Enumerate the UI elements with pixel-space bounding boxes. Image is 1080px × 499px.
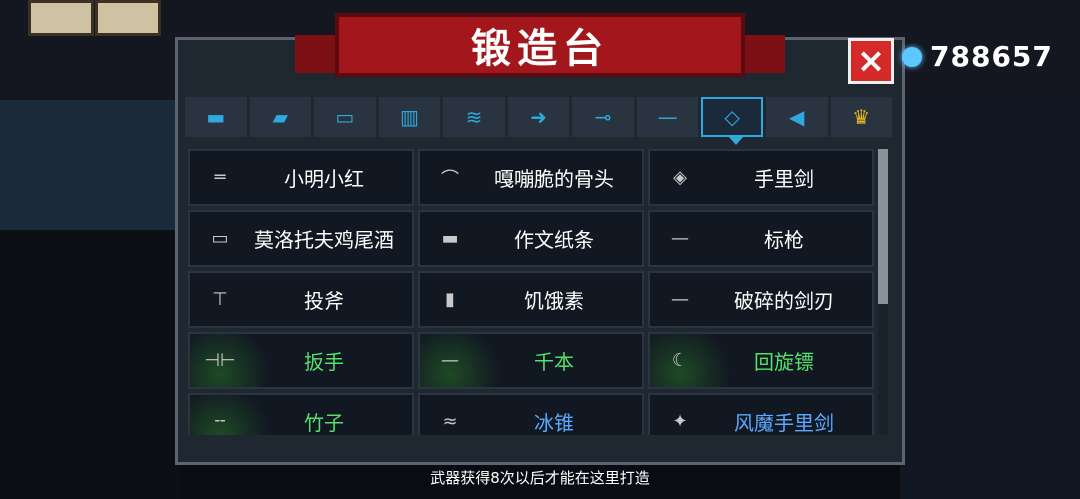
weapon-item[interactable]: ═ 小明小红 [188,149,414,206]
gem-icon [902,46,922,67]
weapon-item[interactable]: ✦ 风魔手里剑 [648,393,874,435]
laser-icon: ≋ [465,105,483,129]
weapon-item-label: 嘎嘣脆的骨头 [494,167,614,191]
blade-icon: — [671,289,689,310]
tab-laser[interactable]: ≋ [443,97,505,137]
tab-launcher[interactable]: ▥ [378,97,441,137]
weapon-item[interactable]: ◈ 手里剑 [648,149,874,206]
weapon-item-label: 饥饿素 [524,289,584,313]
needle-icon: — [441,350,459,371]
weapon-item-label: 莫洛托夫鸡尾酒 [254,228,394,252]
page-title: 锻造台 [471,26,609,72]
weapon-item-label: 冰锥 [534,411,574,435]
weapon-item[interactable]: ╌ 竹子 [188,393,414,435]
axe-icon: ⊤ [212,289,228,310]
close-icon: × [856,41,886,81]
weapon-item-label: 回旋镖 [754,350,814,374]
weapon-item-label: 小明小红 [284,167,364,191]
launcher-icon: ▥ [399,105,419,129]
weapon-grid: ═ 小明小红 ⌒ 嘎嘣脆的骨头 ◈ 手里剑 ▭ 莫洛托夫鸡尾酒 ▬ 作文纸条 — 标枪 ⊤ 投斧 ▮ 饥饿素 —… [188,149,874,435]
bow-icon: ➜ [530,105,547,129]
weapon-item[interactable]: — 千本 [418,332,644,389]
weapon-item-label: 作文纸条 [514,228,594,252]
tab-shuriken[interactable]: ◇ [701,97,763,137]
currency-value: 788657 [930,40,1053,73]
weapon-item-label: 风魔手里剑 [734,411,834,435]
crown-icon: ♛ [852,105,871,129]
tab-crown[interactable]: ♛ [830,97,893,137]
weapon-item[interactable]: ▭ 莫洛托夫鸡尾酒 [188,210,414,267]
sword-icon: ⊸ [594,105,612,129]
weapon-category-tabs: ▬ ▰ ▭ ▥ ≋ ➜ ⊸ — ◇ ◀ ♛ [185,97,895,137]
title-banner: 锻造台 [295,13,785,77]
weapon-item-label: 竹子 [304,411,344,435]
wall-frame [95,0,161,36]
rifle-icon: ▰ [272,105,289,129]
weapon-item[interactable]: ⌒ 嘎嘣脆的骨头 [418,149,644,206]
tab-bow[interactable]: ➜ [507,97,570,137]
shuriken-icon: ◇ [724,105,740,129]
javelin-icon: — [671,228,689,249]
molotov-icon: ▭ [211,228,229,249]
footer-text: 武器获得8次以后才能在这里打造 [430,469,650,487]
weapon-item-label: 标枪 [764,228,804,252]
weapon-item[interactable]: — 标枪 [648,210,874,267]
weapon-item-label: 投斧 [304,289,344,313]
shuriken-icon: ◈ [673,167,687,188]
weapon-item-label: 扳手 [304,350,344,374]
background-floor [0,100,180,230]
weapon-item[interactable]: ▮ 饥饿素 [418,271,644,328]
bamboo-icon: ╌ [214,411,226,432]
icicle-icon: ≈ [442,411,458,432]
close-button[interactable]: × [848,38,894,84]
pistol-icon: ▬ [206,105,226,129]
bone-icon: ⌒ [441,168,459,190]
fuma-shuriken-icon: ✦ [672,411,688,432]
background-room [900,100,1080,499]
boomerang-icon: ☾ [671,350,689,371]
weapon-item[interactable]: ☾ 回旋镖 [648,332,874,389]
weapon-item[interactable]: ⊤ 投斧 [188,271,414,328]
weapon-item[interactable]: — 破碎的剑刃 [648,271,874,328]
shotgun-icon: ▭ [335,105,355,129]
wrench-icon: ⊣⊢ [204,350,236,371]
tab-shotgun[interactable]: ▭ [314,97,376,137]
footer-hint: 武器获得8次以后才能在这里打造 [0,465,1080,491]
fish-icon: ◀ [789,105,805,129]
active-tab-indicator [729,137,743,145]
weapon-item-label: 手里剑 [754,167,814,191]
paper-icon: ▬ [441,228,459,249]
weapon-item-label: 千本 [534,350,574,374]
weapon-item[interactable]: ▬ 作文纸条 [418,210,644,267]
knives-icon: ═ [214,167,226,188]
weapon-item[interactable]: ⊣⊢ 扳手 [188,332,414,389]
weapon-item-label: 破碎的剑刃 [734,289,834,313]
spear-icon: — [657,105,678,129]
tab-spear[interactable]: — [636,97,699,137]
tab-rifle[interactable]: ▰ [249,97,312,137]
scrollbar-thumb[interactable] [878,149,888,304]
weapon-item[interactable]: ≈ 冰锥 [418,393,644,435]
currency-display: 788657 [902,40,1053,73]
tab-sword[interactable]: ⊸ [572,97,634,137]
background-shadow [0,230,180,499]
syringe-icon: ▮ [445,289,455,310]
wall-frame [28,0,94,36]
tab-fish[interactable]: ◀ [765,97,828,137]
tab-pistol[interactable]: ▬ [185,97,247,137]
